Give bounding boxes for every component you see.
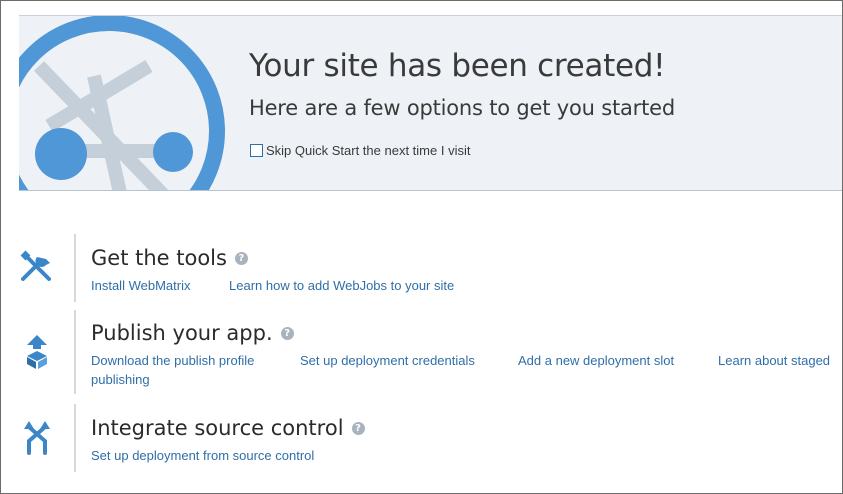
section-title-text: Publish your app.	[91, 321, 273, 345]
skip-quick-start-label[interactable]: Skip Quick Start the next time I visit	[266, 143, 470, 158]
section-title-publish: Publish your app. ?	[91, 321, 294, 345]
publish-icon	[27, 335, 47, 369]
source-control-icon	[24, 421, 50, 455]
help-icon[interactable]: ?	[234, 251, 248, 265]
section-divider	[74, 234, 76, 302]
page-subtitle: Here are a few options to get you starte…	[249, 96, 675, 120]
section-divider	[74, 310, 76, 394]
setup-source-control-link[interactable]: Set up deployment from source control	[91, 448, 314, 463]
install-webmatrix-link[interactable]: Install WebMatrix	[91, 278, 190, 293]
azure-globe-logo-icon	[19, 16, 225, 190]
welcome-banner: Your site has been created! Here are a f…	[19, 15, 842, 191]
deployment-credentials-link[interactable]: Set up deployment credentials	[300, 353, 475, 368]
section-divider	[74, 404, 76, 472]
skip-quick-start-checkbox[interactable]	[250, 144, 263, 157]
learn-webjobs-link[interactable]: Learn how to add WebJobs to your site	[229, 278, 454, 293]
section-title-text: Integrate source control	[91, 416, 344, 440]
section-title-text: Get the tools	[91, 246, 227, 270]
download-publish-profile-link[interactable]: Download the publish profile	[91, 353, 254, 368]
quick-start-page: Your site has been created! Here are a f…	[0, 0, 843, 494]
section-title-get-tools: Get the tools ?	[91, 246, 248, 270]
learn-staged-publishing-link[interactable]: Learn about staged	[718, 353, 830, 368]
add-deployment-slot-link[interactable]: Add a new deployment slot	[518, 353, 674, 368]
tools-icon	[20, 250, 51, 281]
help-icon[interactable]: ?	[280, 326, 294, 340]
page-title: Your site has been created!	[249, 48, 666, 84]
help-icon[interactable]: ?	[351, 421, 365, 435]
skip-quick-start-row[interactable]: Skip Quick Start the next time I visit	[250, 143, 470, 158]
section-title-source-control: Integrate source control ?	[91, 416, 365, 440]
learn-staged-publishing-link-continued[interactable]: publishing	[91, 372, 150, 387]
